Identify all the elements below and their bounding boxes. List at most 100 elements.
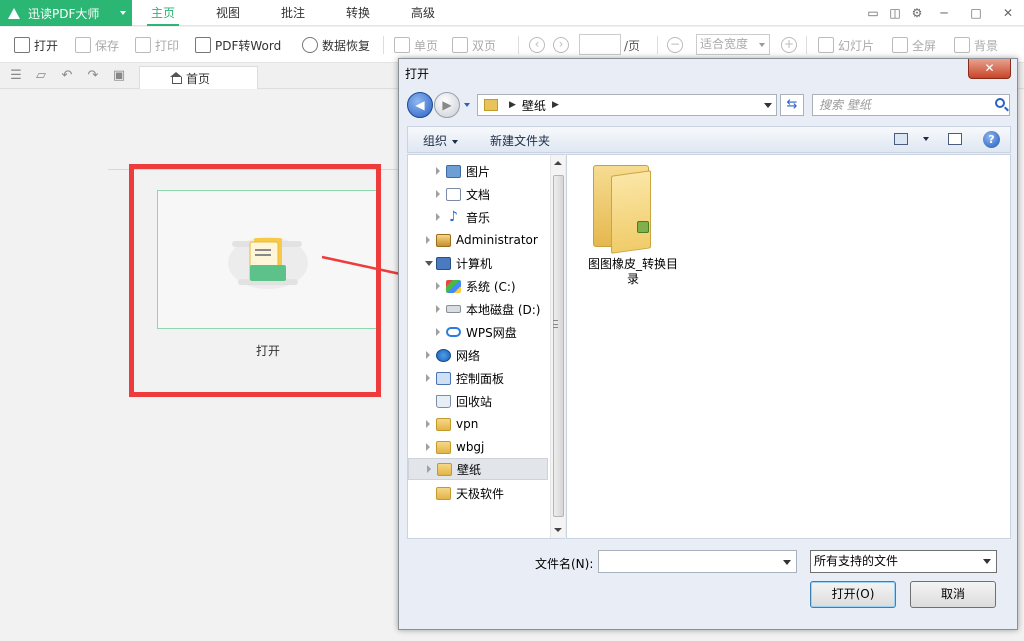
expand-arrow-icon[interactable] [426, 351, 430, 359]
tree-item-network[interactable]: 网络 [408, 344, 548, 366]
tree-item-wbgj[interactable]: wbgj [408, 436, 548, 458]
tree-item-label: 文档 [466, 187, 491, 202]
zoom-select[interactable]: 适合宽度 [696, 34, 770, 55]
preview-pane-icon[interactable] [948, 133, 962, 145]
home-icon [170, 72, 182, 84]
tab-annotate[interactable]: 批注 [263, 0, 323, 26]
expand-arrow-icon[interactable] [426, 374, 430, 382]
print-label: 打印 [155, 38, 180, 53]
prev-page-icon[interactable]: ‹ [529, 37, 545, 53]
tab-advanced[interactable]: 高级 [393, 0, 453, 26]
expand-arrow-icon[interactable] [436, 282, 440, 290]
address-dropdown-icon[interactable] [764, 103, 772, 108]
tree-item-wallpaper[interactable]: 壁纸 [408, 458, 548, 480]
folder-icon [436, 440, 451, 454]
help-icon[interactable]: ? [983, 131, 1000, 148]
tree-item-wps-cloud[interactable]: WPS网盘 [408, 321, 548, 343]
folder-icon[interactable] [593, 165, 653, 254]
new-folder-button[interactable]: 新建文件夹 [490, 132, 550, 149]
search-input[interactable]: 搜索 壁纸 [812, 94, 1010, 116]
organize-button[interactable]: 组织 [423, 132, 459, 149]
pdf-to-word-button[interactable]: PDF转Word [195, 35, 281, 55]
fullscreen-button[interactable]: 全屏 [892, 35, 936, 55]
view-dropdown-button[interactable] [918, 131, 929, 145]
refresh-button[interactable]: ⇆ [780, 94, 804, 116]
robot-icon[interactable]: ◫ [884, 2, 906, 24]
expand-arrow-icon[interactable] [436, 305, 440, 313]
maximize-icon[interactable]: □ [960, 2, 992, 24]
breadcrumb-arrow-icon[interactable]: ▶ [552, 100, 559, 110]
scroll-up-icon[interactable] [554, 161, 562, 165]
filename-label: 文件名(N): [535, 557, 594, 571]
tab-home[interactable]: 主页 [133, 0, 193, 26]
expand-arrow-icon[interactable] [426, 443, 430, 451]
open-button[interactable]: 打开 [14, 35, 58, 55]
tab-home-page[interactable]: 首页 [139, 66, 258, 89]
data-recovery-button[interactable]: 数据恢复 [302, 35, 370, 55]
expand-arrow-icon[interactable] [436, 213, 440, 221]
zoom-out-icon[interactable]: − [667, 37, 683, 53]
redo-icon[interactable]: ↷ [85, 69, 101, 83]
forward-button[interactable]: ▶ [434, 92, 460, 118]
tree-item-vpn[interactable]: vpn [408, 413, 548, 435]
background-button[interactable]: 背景 [954, 35, 998, 55]
expand-arrow-icon[interactable] [426, 236, 430, 244]
undo-icon[interactable]: ↶ [59, 69, 75, 83]
tree-item-pictures[interactable]: 图片 [408, 160, 548, 182]
menu-list-icon[interactable]: ☰ [8, 69, 24, 83]
feedback-icon[interactable]: ▭ [862, 2, 884, 24]
scroll-down-icon[interactable] [554, 528, 562, 532]
save-button[interactable]: 保存 [75, 35, 119, 55]
minimize-icon[interactable]: ─ [928, 2, 960, 24]
tree-item-music[interactable]: ♪ 音乐 [408, 206, 548, 228]
history-dropdown-icon[interactable] [464, 103, 470, 107]
filename-input[interactable] [598, 550, 797, 573]
gear-icon[interactable]: ⚙ [906, 2, 928, 24]
expand-arrow-icon[interactable] [436, 328, 440, 336]
fullscreen-icon [892, 37, 908, 53]
print-button[interactable]: 打印 [135, 35, 179, 55]
tree-item-control-panel[interactable]: 控制面板 [408, 367, 548, 389]
highlight-box [129, 164, 381, 397]
tree-item-tianji-software[interactable]: 天极软件 [408, 482, 548, 504]
page-number-input[interactable] [579, 34, 621, 55]
window-controls: ▭ ◫ ⚙ ─ □ ✕ [862, 0, 1024, 26]
save-icon[interactable]: ▣ [111, 69, 127, 83]
close-icon[interactable]: ✕ [992, 2, 1024, 24]
single-page-button[interactable]: 单页 [394, 35, 438, 55]
cancel-button[interactable]: 取消 [910, 581, 996, 608]
expand-arrow-icon[interactable] [426, 420, 430, 428]
breadcrumb-current[interactable]: 壁纸 [522, 97, 546, 114]
tree-item-documents[interactable]: 文档 [408, 183, 548, 205]
tree-item-drive-c[interactable]: 系统 (C:) [408, 275, 548, 297]
tab-convert[interactable]: 转换 [328, 0, 388, 26]
file-item-label[interactable]: 图图橡皮_转换目录 [583, 257, 683, 287]
view-mode-icon[interactable] [894, 133, 908, 145]
tree-item-computer[interactable]: 计算机 [408, 252, 548, 274]
expand-arrow-icon[interactable] [436, 190, 440, 198]
scroll-thumb[interactable] [553, 175, 564, 517]
expand-arrow-icon[interactable] [436, 167, 440, 175]
dialog-close-button[interactable]: ✕ [968, 59, 1011, 79]
tab-view[interactable]: 视图 [198, 0, 258, 26]
back-button[interactable]: ◀ [407, 92, 433, 118]
tree-item-administrator[interactable]: Administrator [408, 229, 548, 251]
zoom-in-icon[interactable]: + [781, 37, 797, 53]
app-brand-menu[interactable]: 迅读PDF大师 [0, 0, 132, 26]
filetype-select[interactable]: 所有支持的文件 [810, 550, 997, 573]
tree-scrollbar[interactable] [550, 155, 565, 538]
tree-item-label: 音乐 [466, 210, 491, 225]
collapse-arrow-icon[interactable] [425, 260, 433, 266]
breadcrumb-arrow-icon[interactable]: ▶ [509, 100, 516, 110]
tree-item-recycle-bin[interactable]: 回收站 [408, 390, 548, 412]
folder-open-icon[interactable]: ▱ [33, 69, 49, 83]
double-page-button[interactable]: 双页 [452, 35, 496, 55]
address-bar[interactable]: ▶ 壁纸 ▶ [477, 94, 777, 116]
tree-item-drive-d[interactable]: 本地磁盘 (D:) [408, 298, 548, 320]
slideshow-button[interactable]: 幻灯片 [818, 35, 874, 55]
command-bar: 组织 新建文件夹 ? [407, 126, 1011, 153]
open-confirm-button[interactable]: 打开(O) [810, 581, 896, 608]
next-page-icon[interactable]: › [553, 37, 569, 53]
tree-item-label: 网络 [456, 348, 481, 363]
expand-arrow-icon[interactable] [427, 465, 431, 473]
